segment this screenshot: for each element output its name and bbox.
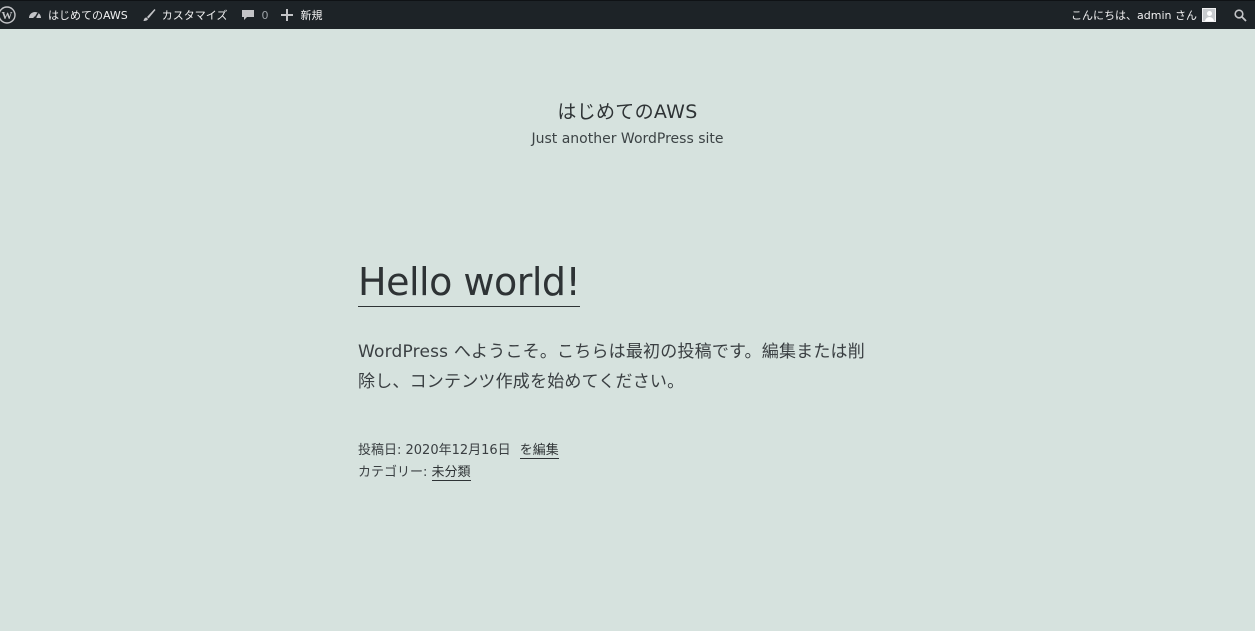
- category-link[interactable]: 未分類: [431, 465, 471, 481]
- new-content-menu[interactable]: 新規: [280, 1, 322, 29]
- plus-icon: [280, 8, 294, 22]
- post-title-link[interactable]: Hello world!: [358, 258, 581, 307]
- admin-bar: W はじめてのAWS カスタマイズ 0 新規 こんにちは、admin さん: [0, 0, 1255, 29]
- wordpress-logo-icon: W: [0, 6, 16, 24]
- post-content: WordPress へようこそ。こちらは最初の投稿です。編集または削 除し、コン…: [358, 337, 888, 397]
- customize-label: カスタマイズ: [161, 9, 228, 22]
- post-body-line: 除し、コンテンツ作成を始めてください。: [358, 372, 685, 392]
- category-prefix: カテゴリー:: [358, 465, 432, 480]
- post-body-line: WordPress へようこそ。こちらは最初の投稿です。編集または削: [358, 342, 865, 362]
- my-account-menu[interactable]: こんにちは、admin さん: [1071, 1, 1234, 29]
- dashboard-icon: [28, 8, 42, 22]
- post-date-line: 投稿日: 2020年12月16日 を編集: [358, 440, 888, 462]
- svg-text:W: W: [2, 10, 13, 22]
- site-name-label: はじめてのAWS: [48, 9, 128, 22]
- edit-post-link[interactable]: を編集: [519, 443, 559, 459]
- comment-bubble-icon: [241, 8, 255, 22]
- new-label: 新規: [300, 9, 323, 22]
- admin-bar-right: こんにちは、admin さん: [1071, 1, 1255, 29]
- avatar: [1202, 8, 1216, 22]
- site-title[interactable]: はじめてのAWS: [0, 97, 1255, 124]
- post-date: 投稿日: 2020年12月16日: [358, 443, 511, 458]
- comments-menu[interactable]: 0: [241, 1, 268, 29]
- site-description: Just another WordPress site: [531, 131, 724, 147]
- search-button[interactable]: [1234, 1, 1247, 29]
- post: Hello world! WordPress へようこそ。こちらは最初の投稿です…: [358, 258, 888, 484]
- site-name-menu[interactable]: はじめてのAWS: [28, 1, 128, 29]
- brush-icon: [142, 8, 156, 22]
- post-category-line: カテゴリー: 未分類: [358, 462, 888, 484]
- customize-menu[interactable]: カスタマイズ: [142, 1, 228, 29]
- search-icon: [1234, 8, 1247, 22]
- wordpress-menu[interactable]: W: [0, 1, 18, 29]
- admin-bar-left: W はじめてのAWS カスタマイズ 0 新規: [0, 1, 322, 29]
- comments-count: 0: [261, 8, 269, 22]
- greeting-label: こんにちは、admin さん: [1071, 9, 1197, 22]
- post-meta: 投稿日: 2020年12月16日 を編集 カテゴリー: 未分類: [358, 440, 888, 484]
